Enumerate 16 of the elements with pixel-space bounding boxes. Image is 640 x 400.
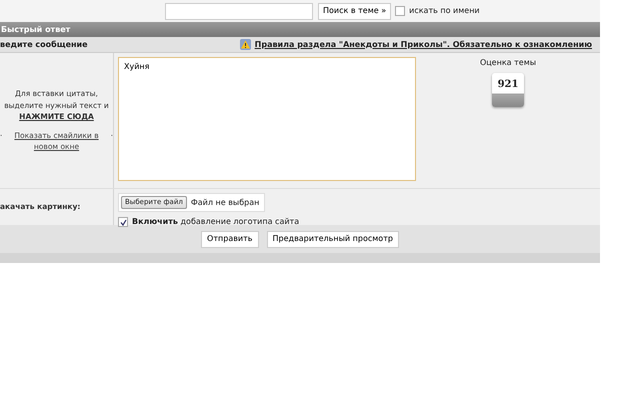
section-title: Быстрый ответ [0, 22, 600, 37]
preview-button[interactable]: Предварительный просмотр [266, 230, 399, 248]
checkbox-label: искать по имени [409, 5, 480, 17]
search-field[interactable] [165, 2, 313, 20]
submit-button[interactable]: Отправить [201, 230, 259, 248]
search-button[interactable]: Поиск в теме » [318, 2, 392, 20]
rating-label: Оценка темы [480, 57, 536, 69]
check-icon [120, 218, 126, 226]
checkbox[interactable] [395, 6, 406, 16]
warning-icon [240, 39, 251, 50]
rules-link[interactable]: Правила раздела "Анекдоты и Приколы". Обязательно к ознакомлению [254, 38, 592, 50]
message-label: ведите сообщение [0, 38, 88, 50]
message-field[interactable]: Хуйня [118, 57, 416, 181]
checkbox-label: Включить добавление логотипа сайта [132, 216, 300, 228]
checkbox[interactable] [118, 217, 128, 227]
rating-widget[interactable]: 921 [492, 73, 524, 107]
